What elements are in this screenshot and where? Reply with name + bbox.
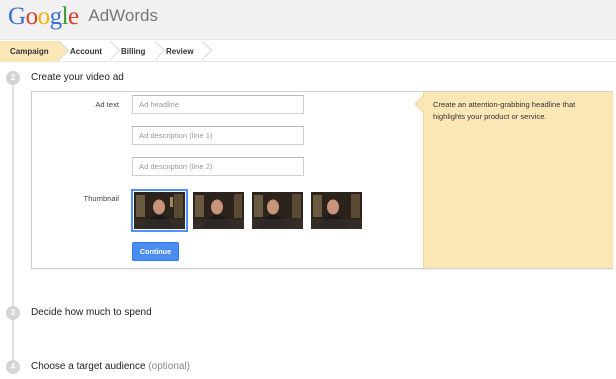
crumb-label: Review <box>166 47 194 56</box>
thumbnail-label: Thumbnail <box>83 194 119 203</box>
step-title-audience[interactable]: Choose a target audience (optional) <box>31 361 190 372</box>
step-title-spend[interactable]: Decide how much to spend <box>31 307 152 318</box>
thumbnail-option[interactable] <box>311 192 362 229</box>
step-number-badge: 3 <box>6 306 20 320</box>
crumb-label: Account <box>70 47 102 56</box>
optional-tag: (optional) <box>148 361 191 372</box>
crumb-account[interactable]: Account <box>60 41 110 62</box>
crumb-billing[interactable]: Billing <box>111 41 155 62</box>
thumbnail-option[interactable] <box>252 192 303 229</box>
step-number-badge: 2 <box>6 71 20 85</box>
video-frame-image <box>252 192 303 229</box>
logo-letter: G <box>8 3 26 30</box>
app-header: Google AdWords <box>0 0 616 40</box>
logo-letter: e <box>68 3 79 30</box>
ad-description-line2-input[interactable] <box>132 157 304 176</box>
crumb-separator <box>202 41 212 62</box>
continue-button[interactable]: Continue <box>132 242 179 261</box>
logo-letter: g <box>49 3 63 30</box>
video-frame-image <box>134 192 185 229</box>
logo-letter: o <box>25 3 39 30</box>
video-frame-image <box>193 192 244 229</box>
help-pointer <box>414 95 432 113</box>
ad-text-label: Ad text <box>95 100 119 109</box>
help-panel: Create an attention-grabbing headline th… <box>414 92 613 268</box>
product-name: AdWords <box>88 6 158 25</box>
help-text: Create an attention-grabbing headline th… <box>433 100 576 121</box>
signup-breadcrumb: Campaign Account Billing Review <box>0 41 616 62</box>
crumb-review[interactable]: Review <box>156 41 202 62</box>
steps-timeline <box>12 72 14 372</box>
step-title-create-ad: Create your video ad <box>31 72 124 83</box>
ad-headline-input[interactable] <box>132 95 304 114</box>
step-title-text: Choose a target audience <box>31 361 146 372</box>
google-wordmark: Google <box>8 3 84 30</box>
video-frame-image <box>311 192 362 229</box>
crumb-label: Campaign <box>10 47 49 56</box>
thumbnail-option[interactable] <box>193 192 244 229</box>
create-ad-card: Ad text Thumbnail <box>31 91 613 269</box>
crumb-campaign[interactable]: Campaign <box>0 41 59 62</box>
logo-letter: o <box>37 3 51 30</box>
step-number-badge: 4 <box>6 360 20 374</box>
ad-description-line1-input[interactable] <box>132 126 304 145</box>
google-adwords-logo[interactable]: Google AdWords <box>8 3 158 33</box>
crumb-label: Billing <box>121 47 146 56</box>
thumbnail-option[interactable] <box>131 189 188 232</box>
